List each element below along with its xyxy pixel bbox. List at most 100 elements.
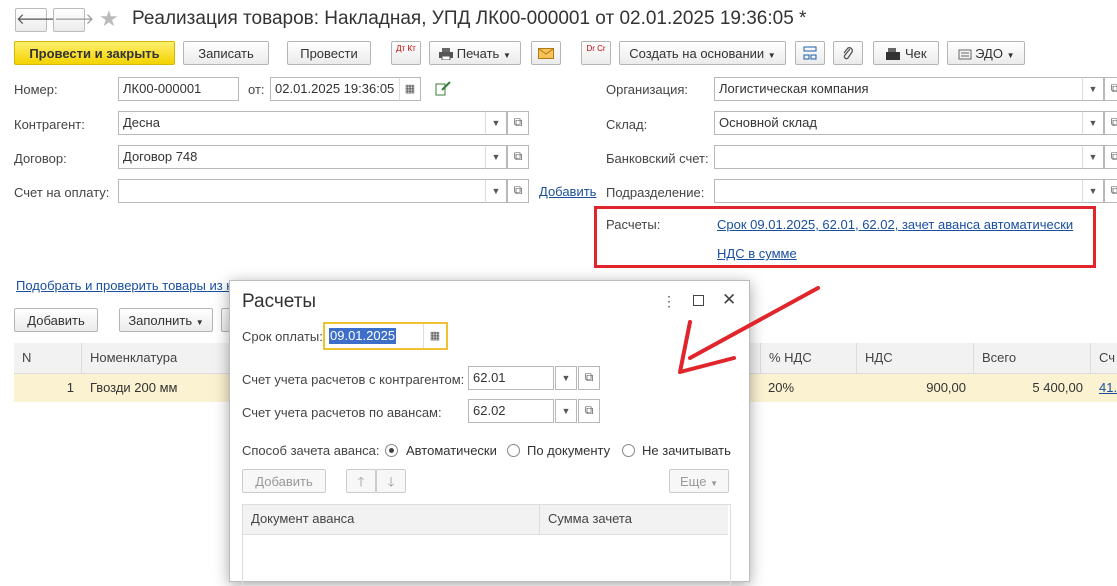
save-button[interactable]: Записать [183, 41, 269, 65]
account-label: Счет учета расчетов с контрагентом: [242, 372, 465, 387]
bank-account-dropdown[interactable]: ▼ [1082, 145, 1104, 169]
advance-account-open-button[interactable]: ⧉ [578, 399, 600, 423]
advance-account-label: Счет учета расчетов по авансам: [242, 405, 442, 420]
annotation-highlight-box [594, 206, 1096, 268]
chevron-down-icon: ▼ [502, 51, 511, 60]
check-button[interactable]: Чек [873, 41, 939, 65]
account-dropdown[interactable]: ▼ [555, 366, 577, 390]
window-title: Реализация товаров: Накладная, УПД ЛК00-… [132, 8, 807, 29]
invoice-field[interactable] [118, 179, 486, 203]
radio-by-document-label[interactable]: По документу [527, 443, 610, 458]
contract-open-button[interactable]: ⧉ [507, 145, 529, 169]
advance-method-label: Способ зачета аванса: [242, 443, 380, 458]
col-header-vat[interactable]: НДС [856, 343, 973, 373]
col-header-item[interactable]: Номенклатура [81, 343, 241, 373]
invoice-open-button[interactable]: ⧉ [507, 179, 529, 203]
radio-no-offset[interactable] [622, 444, 635, 457]
calendar-button[interactable]: ▦ [399, 77, 421, 101]
post-button[interactable]: Провести [287, 41, 371, 65]
dtkt-icon: Дт Кт [396, 44, 416, 53]
edo-icon [958, 49, 971, 60]
org-dropdown[interactable]: ▼ [1082, 77, 1104, 101]
org-open-button[interactable]: ⧉ [1104, 77, 1117, 101]
back-button[interactable]: 🡐 [15, 8, 56, 32]
date-label: от: [248, 82, 265, 97]
division-field[interactable] [714, 179, 1083, 203]
calendar-icon: ▦ [404, 83, 416, 95]
attachments-button[interactable] [833, 41, 863, 65]
bank-account-label: Банковский счет: [606, 151, 709, 166]
more-button[interactable]: Еще ▼ [669, 469, 729, 493]
warehouse-open-button[interactable]: ⧉ [1104, 111, 1117, 135]
chevron-down-icon: ▼ [1088, 84, 1098, 94]
move-down-button[interactable]: 🡓 [376, 469, 406, 493]
row-number: 1 [66, 380, 74, 395]
radio-automatic-label[interactable]: Автоматически [406, 443, 497, 458]
col-header-offset-sum[interactable]: Сумма зачета [548, 511, 632, 526]
arrow-up-icon: 🡑 [357, 474, 365, 489]
invoice-dropdown[interactable]: ▼ [485, 179, 507, 203]
counterparty-field[interactable]: Десна [118, 111, 486, 135]
cash-register-icon [886, 48, 901, 60]
dr-cr-button[interactable]: Dr Cr [581, 41, 611, 65]
number-label: Номер: [14, 82, 58, 97]
advance-account-field[interactable]: 62.02 [468, 399, 554, 423]
favorite-star-icon[interactable]: ★ [99, 6, 119, 32]
org-field[interactable]: Логистическая компания [714, 77, 1083, 101]
division-open-button[interactable]: ⧉ [1104, 179, 1117, 203]
annotation-arrow [678, 286, 820, 374]
row-vat: 900,00 [926, 380, 966, 395]
radio-automatic[interactable] [385, 444, 398, 457]
col-header-total[interactable]: Всего [973, 343, 1090, 373]
warehouse-dropdown[interactable]: ▼ [1082, 111, 1104, 135]
move-up-button[interactable]: 🡑 [346, 469, 376, 493]
chevron-down-icon: ▼ [491, 152, 501, 162]
create-based-on-button[interactable]: Создать на основании ▼ [619, 41, 786, 65]
bank-account-open-button[interactable]: ⧉ [1104, 145, 1117, 169]
due-date-value: 09.01.2025 [329, 328, 397, 344]
table-fill-button[interactable]: Заполнить ▼ [119, 308, 213, 332]
pick-goods-link[interactable]: Подобрать и проверить товары из н [16, 278, 233, 293]
account-field[interactable]: 62.01 [468, 366, 554, 390]
radio-by-document[interactable] [507, 444, 520, 457]
radio-no-offset-label[interactable]: Не зачитывать [642, 443, 731, 458]
contract-field[interactable]: Договор 748 [118, 145, 486, 169]
open-icon: ⧉ [584, 403, 594, 417]
warehouse-field[interactable]: Основной склад [714, 111, 1083, 135]
number-field[interactable]: ЛК00-000001 [118, 77, 239, 101]
print-button[interactable]: Печать ▼ [429, 41, 521, 65]
structure-button[interactable] [795, 41, 825, 65]
dtkt-button[interactable]: Дт Кт [391, 41, 421, 65]
date-field[interactable]: 02.01.2025 19:36:05 [270, 77, 400, 101]
chevron-down-icon: ▼ [561, 373, 571, 383]
edit-date-button[interactable] [435, 81, 451, 97]
chevron-down-icon: ▼ [767, 51, 776, 60]
bank-account-field[interactable] [714, 145, 1083, 169]
due-date-label: Срок оплаты: [242, 329, 323, 344]
counterparty-open-button[interactable]: ⧉ [507, 111, 529, 135]
email-button[interactable] [531, 41, 561, 65]
division-dropdown[interactable]: ▼ [1082, 179, 1104, 203]
forward-button[interactable]: 🡒 [53, 8, 94, 32]
col-header-advance-doc[interactable]: Документ аванса [251, 511, 354, 526]
dialog-add-button[interactable]: Добавить [242, 469, 326, 493]
post-and-close-button[interactable]: Провести и закрыть [14, 41, 175, 65]
edo-button[interactable]: ЭДО ▼ [947, 41, 1025, 65]
account-open-button[interactable]: ⧉ [578, 366, 600, 390]
warehouse-label: Склад: [606, 117, 648, 132]
col-header-account[interactable]: Сч [1090, 343, 1117, 373]
due-date-field[interactable]: 09.01.2025 ▦ [323, 322, 448, 350]
advance-account-dropdown[interactable]: ▼ [555, 399, 577, 423]
counterparty-label: Контрагент: [14, 117, 85, 132]
table-add-button[interactable]: Добавить [14, 308, 98, 332]
paperclip-icon [843, 47, 853, 60]
row-account[interactable]: 41. [1099, 374, 1117, 402]
col-header-n[interactable]: N [14, 343, 81, 373]
chevron-down-icon: ▼ [1006, 51, 1015, 60]
counterparty-dropdown[interactable]: ▼ [485, 111, 507, 135]
chevron-down-icon: ▼ [561, 406, 571, 416]
calendar-icon[interactable]: ▦ [423, 324, 446, 348]
add-invoice-link[interactable]: Добавить [539, 184, 596, 199]
dr-cr-icon: Dr Cr [586, 44, 606, 53]
contract-dropdown[interactable]: ▼ [485, 145, 507, 169]
